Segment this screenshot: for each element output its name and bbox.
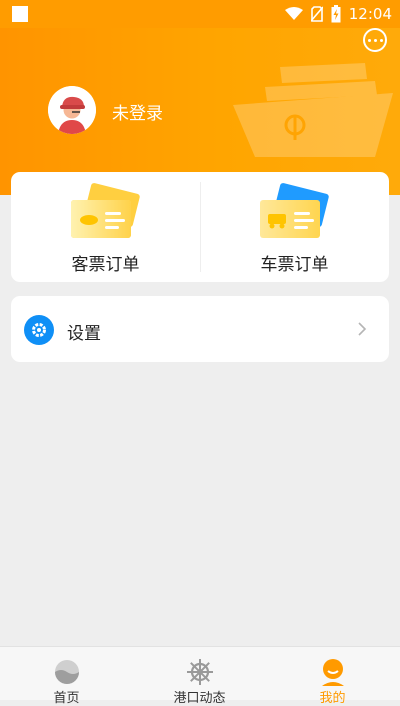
nav-home-label: 首页 <box>53 691 80 706</box>
profile-header: 未登录 <box>0 0 400 195</box>
clock: 12:04 <box>348 5 392 23</box>
nav-mine-label: 我的 <box>319 691 346 706</box>
passenger-ticket-icon <box>71 183 140 238</box>
home-icon <box>55 660 79 684</box>
battery-icon <box>331 5 341 23</box>
passenger-ticket-order-button[interactable]: 客票订单 <box>11 172 200 282</box>
nav-home[interactable]: 首页 <box>0 647 133 706</box>
user-avatar-icon <box>48 86 96 134</box>
login-status[interactable]: 未登录 <box>112 99 163 124</box>
status-icons: 12:04 <box>284 4 392 24</box>
nav-mine[interactable]: 我的 <box>266 647 399 706</box>
nav-port-news-label: 港口动态 <box>173 691 226 706</box>
message-icon[interactable] <box>363 28 387 52</box>
wifi-icon <box>284 7 303 20</box>
bottom-nav: 首页 港口动态 我的 <box>0 646 400 706</box>
orders-card: 客票订单 车票订单 <box>11 172 389 282</box>
vehicle-ticket-label: 车票订单 <box>260 255 329 275</box>
chevron-right-icon <box>358 322 367 336</box>
no-sim-icon <box>310 6 323 22</box>
settings-row[interactable]: 设置 <box>11 296 389 362</box>
ship-wheel-icon <box>187 659 213 685</box>
nav-port-news[interactable]: 港口动态 <box>133 647 266 706</box>
status-bar: 12:04 <box>0 0 400 28</box>
vehicle-ticket-icon <box>260 183 329 238</box>
avatar[interactable] <box>48 86 96 134</box>
notification-icon <box>12 6 28 22</box>
ship-watermark-icon <box>233 63 393 157</box>
passenger-ticket-label: 客票订单 <box>71 255 140 275</box>
gear-icon <box>24 315 54 345</box>
settings-label: 设置 <box>67 324 101 344</box>
vehicle-ticket-order-button[interactable]: 车票订单 <box>200 172 389 282</box>
profile-icon <box>322 659 344 686</box>
